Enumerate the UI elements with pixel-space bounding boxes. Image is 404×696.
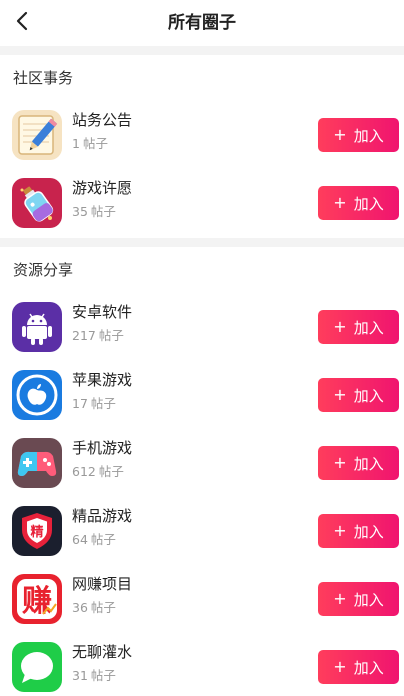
chat-bubble-icon xyxy=(12,642,62,692)
section-divider xyxy=(0,238,404,247)
plus-icon: + xyxy=(333,193,347,212)
svg-text:赚: 赚 xyxy=(22,584,52,619)
plus-icon: + xyxy=(333,589,347,608)
android-icon xyxy=(12,302,62,352)
circle-name: 苹果游戏 xyxy=(72,371,133,389)
plus-icon: + xyxy=(333,317,347,336)
join-button[interactable]: + 加入 xyxy=(318,582,399,616)
list-item[interactable]: 无聊灌水 31 帖子 + 加入 xyxy=(0,634,404,696)
post-count: 64 帖子 xyxy=(72,532,116,547)
list-item[interactable]: 安卓软件 217 帖子 + 加入 xyxy=(0,294,404,362)
premium-shield-icon: 精 xyxy=(12,506,62,556)
top-bar: 所有圈子 xyxy=(0,0,404,46)
plus-icon: + xyxy=(333,125,347,144)
money-earn-icon: 赚 xyxy=(12,574,62,624)
circle-name: 无聊灌水 xyxy=(72,643,133,661)
section-divider xyxy=(0,46,404,55)
post-count: 36 帖子 xyxy=(72,600,116,615)
list-item[interactable]: 赚 网赚项目 36 帖子 + 加入 xyxy=(0,566,404,634)
plus-icon: + xyxy=(333,657,347,676)
plus-icon: + xyxy=(333,521,347,540)
circle-name: 精品游戏 xyxy=(72,507,133,525)
list-item[interactable]: 游戏许愿 35 帖子 + 加入 xyxy=(0,170,404,238)
gamepad-icon xyxy=(12,438,62,488)
section-title-community: 社区事务 xyxy=(13,69,74,87)
post-count: 35 帖子 xyxy=(72,204,116,219)
list-item[interactable]: 精 精品游戏 64 帖子 + 加入 xyxy=(0,498,404,566)
join-button[interactable]: + 加入 xyxy=(318,378,399,412)
wish-bottle-icon xyxy=(12,178,62,228)
notepad-pencil-icon xyxy=(12,110,62,160)
circle-name: 手机游戏 xyxy=(72,439,133,457)
join-button[interactable]: + 加入 xyxy=(318,650,399,684)
plus-icon: + xyxy=(333,453,347,472)
join-button[interactable]: + 加入 xyxy=(318,118,399,152)
list-item[interactable]: 手机游戏 612 帖子 + 加入 xyxy=(0,430,404,498)
join-button[interactable]: + 加入 xyxy=(318,514,399,548)
join-button[interactable]: + 加入 xyxy=(318,186,399,220)
svg-text:精: 精 xyxy=(30,524,43,540)
circle-name: 站务公告 xyxy=(72,111,133,129)
section-title-resources: 资源分享 xyxy=(13,261,74,279)
post-count: 17 帖子 xyxy=(72,396,116,411)
circle-name: 网赚项目 xyxy=(72,575,133,593)
post-count: 612 帖子 xyxy=(72,464,124,479)
plus-icon: + xyxy=(333,385,347,404)
circle-name: 安卓软件 xyxy=(72,303,133,321)
post-count: 217 帖子 xyxy=(72,328,124,343)
circle-name: 游戏许愿 xyxy=(72,179,133,197)
apple-icon xyxy=(12,370,62,420)
list-item[interactable]: 站务公告 1 帖子 + 加入 xyxy=(0,102,404,170)
page-title: 所有圈子 xyxy=(168,13,236,33)
list-item[interactable]: 苹果游戏 17 帖子 + 加入 xyxy=(0,362,404,430)
join-button[interactable]: + 加入 xyxy=(318,310,399,344)
post-count: 1 帖子 xyxy=(72,136,108,151)
post-count: 31 帖子 xyxy=(72,668,116,683)
join-button[interactable]: + 加入 xyxy=(318,446,399,480)
